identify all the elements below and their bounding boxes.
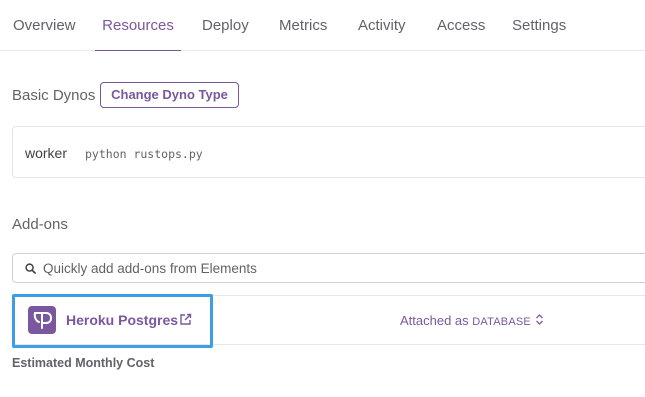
search-icon — [25, 263, 36, 274]
dyno-type-label: worker — [25, 145, 68, 161]
dynos-section-title: Basic Dynos — [12, 87, 96, 104]
chevron-up-down-icon[interactable] — [535, 313, 544, 326]
attached-name: DATABASE — [472, 316, 531, 328]
change-dyno-type-button[interactable]: Change Dyno Type — [100, 82, 239, 108]
dyno-command: python rustops.py — [85, 147, 203, 161]
tab-metrics[interactable]: Metrics — [279, 0, 327, 51]
estimated-monthly-cost-label: Estimated Monthly Cost — [12, 356, 155, 370]
tab-access[interactable]: Access — [437, 0, 485, 51]
tab-settings[interactable]: Settings — [512, 0, 566, 51]
dyno-card-worker[interactable]: worker python rustops.py — [12, 126, 645, 178]
addon-search-input[interactable] — [43, 258, 603, 278]
app-tabs: Overview Resources Deploy Metrics Activi… — [0, 0, 645, 51]
tab-overview[interactable]: Overview — [13, 0, 76, 51]
tab-activity[interactable]: Activity — [358, 0, 406, 51]
addon-search-box[interactable] — [12, 253, 645, 283]
tab-deploy[interactable]: Deploy — [202, 0, 249, 51]
tab-resources[interactable]: Resources — [95, 0, 181, 51]
attached-prefix: Attached as — [400, 313, 469, 328]
addon-highlight-outline — [12, 294, 213, 348]
attachment-selector[interactable]: Attached as DATABASE — [400, 313, 531, 328]
addons-section-title: Add-ons — [12, 216, 68, 233]
